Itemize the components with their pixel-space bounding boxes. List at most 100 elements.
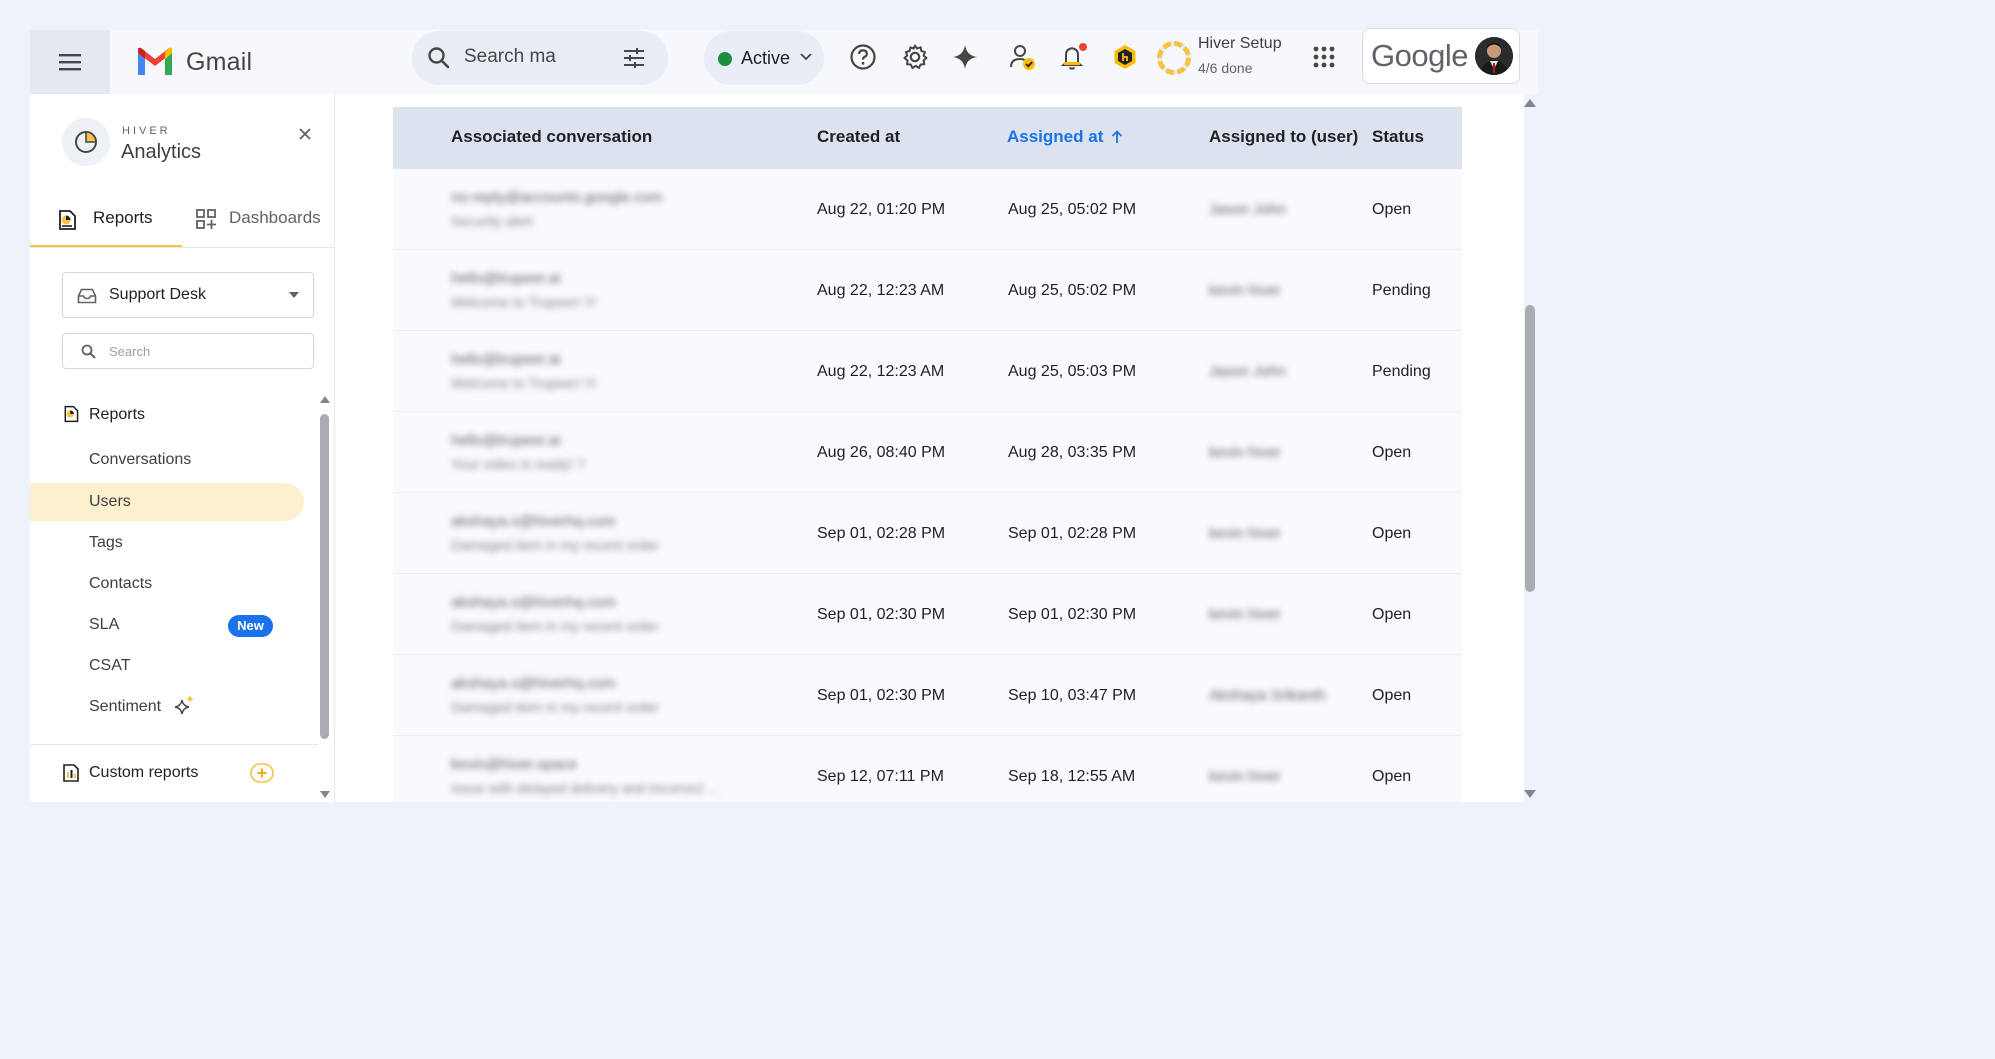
custom-report-icon bbox=[63, 764, 79, 782]
table-scrollbar[interactable] bbox=[1525, 305, 1535, 592]
hiver-button[interactable] bbox=[1110, 42, 1140, 72]
sort-ascending-icon[interactable] bbox=[1111, 130, 1123, 144]
report-search-field[interactable]: Search bbox=[62, 333, 314, 369]
setup-progress-ring-icon[interactable] bbox=[1154, 38, 1194, 78]
col-header-status[interactable]: Status bbox=[1372, 127, 1424, 147]
table-row[interactable]: hello@trupeer.ai Welcome to Trupeer! !!! A… bbox=[393, 250, 1462, 331]
sidebar-divider bbox=[30, 744, 318, 745]
conversation-subject[interactable]: Welcome to Trupeer! !!! bbox=[451, 375, 596, 391]
avatar[interactable] bbox=[1475, 37, 1513, 75]
sidebar-item-sentiment[interactable]: Sentiment bbox=[30, 688, 304, 726]
status-label: Active bbox=[741, 48, 791, 68]
col-header-user[interactable]: Assigned to (user) bbox=[1209, 127, 1358, 147]
created-at-cell: Sep 01, 02:30 PM bbox=[817, 687, 946, 704]
search-icon[interactable] bbox=[426, 45, 452, 71]
assignment-button[interactable] bbox=[1008, 42, 1038, 72]
table-row[interactable]: hello@trupeer.ai Welcome to Trupeer! !!! A… bbox=[393, 331, 1462, 412]
support-desk-select[interactable]: Support Desk bbox=[62, 272, 314, 318]
add-custom-report-icon[interactable] bbox=[250, 763, 274, 783]
sidebar-item-label: Sentiment bbox=[89, 698, 162, 715]
sidebar-scroll-down[interactable] bbox=[320, 791, 330, 798]
menu-icon bbox=[59, 54, 81, 71]
gmail-m-icon bbox=[138, 47, 172, 75]
assigned-at-cell: Aug 25, 05:03 PM bbox=[1008, 363, 1137, 380]
tune-icon[interactable] bbox=[622, 46, 646, 70]
conversation-subject[interactable]: Damaged item in my recent order bbox=[451, 699, 659, 715]
user-check-icon bbox=[1010, 45, 1035, 70]
created-at-cell: Sep 01, 02:30 PM bbox=[817, 606, 946, 623]
conversation-subject[interactable]: Welcome to Trupeer! !!! bbox=[451, 294, 596, 310]
conversation-subject[interactable]: Your video is ready! ? bbox=[451, 456, 585, 472]
col-header-assigned[interactable]: Assigned at bbox=[1007, 127, 1103, 147]
table-scroll-down[interactable] bbox=[1524, 790, 1536, 798]
status-cell: Open bbox=[1372, 687, 1412, 704]
custom-reports-item[interactable]: Custom reports bbox=[62, 761, 312, 787]
dashboard-grid-icon bbox=[196, 209, 216, 229]
conversation-from[interactable]: hello@trupeer.ai bbox=[451, 351, 560, 368]
reports-icon bbox=[64, 405, 79, 423]
sidebar-item-label: Tags bbox=[89, 534, 123, 551]
mail-search-bar[interactable]: Search ma bbox=[412, 31, 668, 85]
tab-dashboards[interactable]: Dashboards bbox=[182, 194, 334, 248]
conversation-from[interactable]: akshaya.s@hiverhq.com bbox=[451, 513, 615, 530]
conversation-from[interactable]: akshaya.s@hiverhq.com bbox=[451, 594, 615, 611]
sparkle-icon bbox=[953, 45, 977, 69]
setup-title[interactable]: Hiver Setup bbox=[1198, 35, 1282, 53]
bell-icon bbox=[1060, 43, 1087, 70]
avatar-person-icon bbox=[1475, 37, 1513, 75]
conversation-from[interactable]: kevin@hiver.space bbox=[451, 756, 577, 773]
settings-button[interactable] bbox=[900, 42, 930, 72]
assigned-user-cell: Akshaya Srikanth bbox=[1209, 687, 1326, 704]
assigned-user-cell: Jason John bbox=[1209, 201, 1286, 218]
google-account-button[interactable]: Google bbox=[1362, 28, 1520, 84]
top-bar: Gmail Search ma Active Hiver Setup 4/6 d… bbox=[30, 28, 1538, 94]
tab-reports[interactable]: Reports bbox=[30, 194, 182, 248]
sidebar-item-sla[interactable]: SLA New bbox=[30, 606, 304, 644]
conversation-from[interactable]: no-reply@accounts.google.com bbox=[451, 189, 662, 206]
close-icon[interactable] bbox=[298, 127, 312, 141]
main-menu-button[interactable] bbox=[30, 30, 110, 94]
table-row[interactable]: akshaya.s@hiverhq.com Damaged item in my … bbox=[393, 493, 1462, 574]
search-input[interactable]: Search ma bbox=[464, 46, 556, 68]
sidebar-item-tags[interactable]: Tags bbox=[30, 524, 304, 562]
assigned-user-cell: Jason John bbox=[1209, 363, 1286, 380]
gemini-button[interactable] bbox=[950, 42, 980, 72]
notifications-button[interactable] bbox=[1058, 42, 1088, 72]
sidebar-item-contacts[interactable]: Contacts bbox=[30, 565, 304, 603]
assigned-at-cell: Sep 18, 12:55 AM bbox=[1008, 768, 1136, 785]
table-scroll-up[interactable] bbox=[1524, 99, 1536, 107]
users-report-table: Associated conversation Created at Assig… bbox=[335, 94, 1524, 802]
created-at-cell: Aug 22, 12:23 AM bbox=[817, 363, 945, 380]
table-row[interactable]: akshaya.s@hiverhq.com Damaged item in my … bbox=[393, 574, 1462, 655]
table-row[interactable]: hello@trupeer.ai Your video is ready! ? Au… bbox=[393, 412, 1462, 493]
sidebar-scroll-up[interactable] bbox=[320, 396, 330, 403]
sidebar-item-conversations[interactable]: Conversations bbox=[30, 441, 304, 479]
table-row[interactable]: akshaya.s@hiverhq.com Damaged item in my … bbox=[393, 655, 1462, 736]
conversation-from[interactable]: akshaya.s@hiverhq.com bbox=[451, 675, 615, 692]
col-header-conversation[interactable]: Associated conversation bbox=[451, 127, 652, 147]
table-row[interactable]: no-reply@accounts.google.com Security ale… bbox=[393, 169, 1462, 250]
sidebar-item-users[interactable]: Users bbox=[30, 483, 304, 521]
col-header-created[interactable]: Created at bbox=[817, 127, 900, 147]
help-button[interactable] bbox=[848, 42, 878, 72]
conversation-from[interactable]: hello@trupeer.ai bbox=[451, 432, 560, 449]
conversation-subject[interactable]: Security alert bbox=[451, 213, 533, 229]
status-dropdown[interactable]: Active bbox=[704, 31, 824, 85]
sidebar-item-label: Conversations bbox=[89, 451, 192, 468]
apps-grid-icon[interactable] bbox=[1313, 46, 1335, 68]
gmail-logo[interactable]: Gmail bbox=[136, 44, 252, 80]
assigned-user-cell: kevin hiver bbox=[1209, 525, 1281, 542]
table-row[interactable]: kevin@hiver.space Issue with delayed deli… bbox=[393, 736, 1462, 802]
report-search-placeholder[interactable]: Search bbox=[109, 344, 150, 359]
reports-icon bbox=[59, 210, 76, 230]
hiver-analytics-logo bbox=[62, 118, 110, 166]
conversation-subject[interactable]: Issue with delayed delivery and incorrec… bbox=[451, 780, 719, 796]
status-dot bbox=[718, 52, 732, 66]
sidebar-scrollbar[interactable] bbox=[320, 414, 329, 739]
sidebar-item-csat[interactable]: CSAT bbox=[30, 647, 304, 685]
status-cell: Pending bbox=[1372, 282, 1431, 299]
status-cell: Open bbox=[1372, 525, 1412, 542]
conversation-subject[interactable]: Damaged item in my recent order bbox=[451, 537, 659, 553]
conversation-from[interactable]: hello@trupeer.ai bbox=[451, 270, 560, 287]
conversation-subject[interactable]: Damaged item in my recent order bbox=[451, 618, 659, 634]
